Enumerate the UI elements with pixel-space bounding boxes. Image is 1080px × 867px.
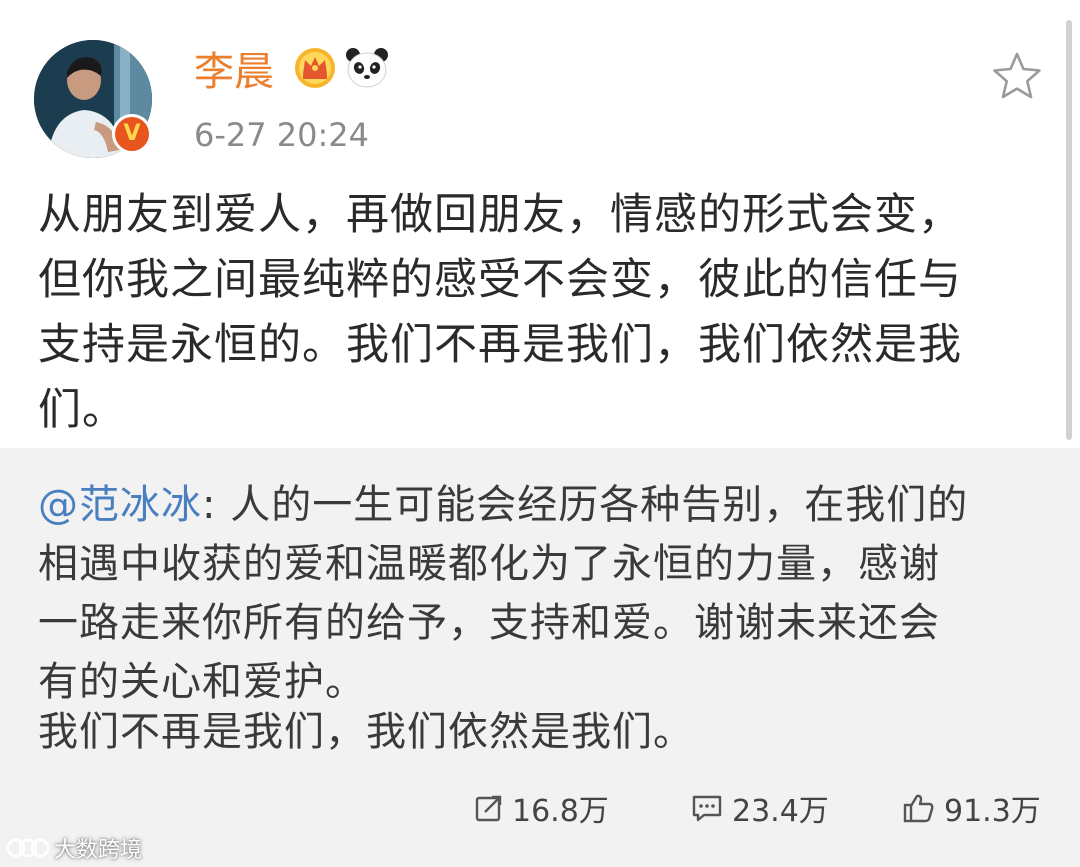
like-count: 91.3万 <box>944 794 1041 829</box>
panda-icon <box>346 48 388 88</box>
post-body-line: 支持是永恒的。我们不再是我们，我们依然是我 <box>38 320 962 370</box>
star-icon[interactable] <box>990 50 1044 102</box>
thumbs-up-icon <box>903 794 934 823</box>
verified-v-badge-icon: V <box>115 117 149 151</box>
comment-icon <box>692 795 722 822</box>
verified-badge: V <box>112 114 152 154</box>
repost-count: 16.8万 <box>512 794 609 829</box>
post-body-line: 从朋友到爱人，再做回朋友，情感的形式会变， <box>38 190 962 240</box>
post-body: 从朋友到爱人，再做回朋友，情感的形式会变， 但你我之间最纯粹的感受不会变，彼此的… <box>38 183 1048 443</box>
repost-line: 相遇中收获的爱和温暖都化为了永恒的力量，感谢 <box>38 541 940 587</box>
mention-link[interactable]: @范冰冰 <box>38 482 202 528</box>
post-body-line: 们。 <box>38 385 126 435</box>
watermark-text: 大数跨境 <box>54 838 143 863</box>
weibo-post: V 李晨 6-27 20:24 从朋友到爱人，再做回朋友，情感的形式会变， 但你… <box>0 0 1080 448</box>
watermark: 大数跨境 <box>6 832 142 864</box>
repost-line-rest: : 人的一生可能会经历各种告别，在我们的 <box>202 482 969 528</box>
repost-body: @范冰冰: 人的一生可能会经历各种告别，在我们的 相遇中收获的爱和温暖都化为了永… <box>38 476 1048 712</box>
reposted-content[interactable]: @范冰冰: 人的一生可能会经历各种告别，在我们的 相遇中收获的爱和温暖都化为了永… <box>0 448 1080 867</box>
post-timestamp: 6-27 20:24 <box>194 116 370 154</box>
repost-line: @范冰冰: 人的一生可能会经历各种告别，在我们的 <box>38 476 1048 535</box>
repost-closing-line: 我们不再是我们，我们依然是我们。 <box>38 709 694 755</box>
post-body-line: 但你我之间最纯粹的感受不会变，彼此的信任与 <box>38 255 962 305</box>
like-button[interactable]: 91.3万 <box>902 788 1041 829</box>
scrollbar[interactable] <box>1066 20 1072 440</box>
comment-button[interactable]: 23.4万 <box>690 788 829 829</box>
watermark-logo-icon <box>6 838 50 858</box>
repost-button[interactable]: 16.8万 <box>474 788 609 829</box>
repost-line: 一路走来你所有的给予，支持和爱。谢谢未来还会 <box>38 600 940 646</box>
author-name[interactable]: 李晨 <box>194 44 274 100</box>
comment-count: 23.4万 <box>732 794 829 829</box>
repost-icon <box>475 795 502 822</box>
crown-icon <box>295 48 335 88</box>
